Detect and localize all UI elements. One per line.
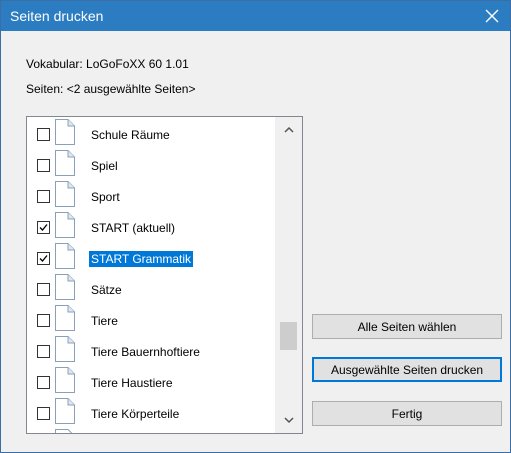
document-icon [55,119,75,145]
page-checkbox[interactable] [37,252,50,265]
page-checkbox[interactable] [37,314,50,327]
page-label: Tiere Körperteile [91,407,180,421]
pages-summary-label: Seiten: <2 ausgewählte Seiten> [26,82,196,96]
list-item[interactable]: START Grammatik [27,243,275,274]
list-item[interactable]: Tiere Körperteile [27,398,275,429]
checkmark-icon [39,224,48,231]
page-label: Schule Räume [91,128,170,142]
page-label: Tiere Haustiere [91,376,173,390]
page-checkbox[interactable] [37,283,50,296]
list-item[interactable]: Sport [27,181,275,212]
chevron-up-icon [283,126,294,133]
list-item[interactable]: Tiere [27,305,275,336]
page-checkbox[interactable] [37,221,50,234]
chevron-down-icon [283,417,294,424]
list-item[interactable]: Spiel [27,150,275,181]
page-label: Tiere [91,314,118,328]
page-label: Tiere Bauernhoftiere [91,345,200,359]
document-icon [55,429,75,433]
done-button[interactable]: Fertig [312,401,502,426]
document-icon [55,274,75,300]
document-icon [55,243,75,269]
document-icon [55,305,75,331]
window-title: Seiten drucken [10,8,104,24]
page-checkbox[interactable] [37,190,50,203]
document-icon [55,367,75,393]
list-item-partial [27,429,275,433]
list-item[interactable]: Schule Räume [27,119,275,150]
pages-list[interactable]: Schule Räume Spiel Sport START (aktuell) STA… [26,116,303,434]
page-label: START (aktuell) [91,221,176,235]
page-label: Sätze [91,283,122,297]
vocabulary-label: Vokabular: LoGoFoXX 60 1.01 [26,57,189,71]
page-checkbox[interactable] [37,345,50,358]
scroll-up-button[interactable] [275,121,302,138]
document-icon [55,212,75,238]
scroll-down-button[interactable] [275,412,302,429]
page-checkbox[interactable] [37,159,50,172]
page-checkbox[interactable] [37,376,50,389]
close-icon [485,9,499,23]
list-item[interactable]: Tiere Haustiere [27,367,275,398]
page-label: Spiel [91,159,118,173]
select-all-pages-button[interactable]: Alle Seiten wählen [312,314,502,339]
page-label: Sport [91,190,120,204]
print-pages-dialog: Seiten drucken Vokabular: LoGoFoXX 60 1.… [0,0,511,453]
page-checkbox[interactable] [37,128,50,141]
list-item[interactable]: Tiere Bauernhoftiere [27,336,275,367]
document-icon [55,181,75,207]
page-label: START Grammatik [89,251,194,267]
print-selected-pages-button[interactable]: Ausgewählte Seiten drucken [312,357,502,382]
close-button[interactable] [474,1,510,31]
document-icon [55,150,75,176]
scroll-thumb[interactable] [280,322,297,350]
document-icon [55,398,75,424]
list-scrollbar[interactable] [275,117,302,433]
list-item[interactable]: START (aktuell) [27,212,275,243]
title-bar: Seiten drucken [1,1,510,31]
document-icon [55,336,75,362]
list-item[interactable]: Sätze [27,274,275,305]
page-checkbox[interactable] [37,407,50,420]
checkmark-icon [39,255,48,262]
